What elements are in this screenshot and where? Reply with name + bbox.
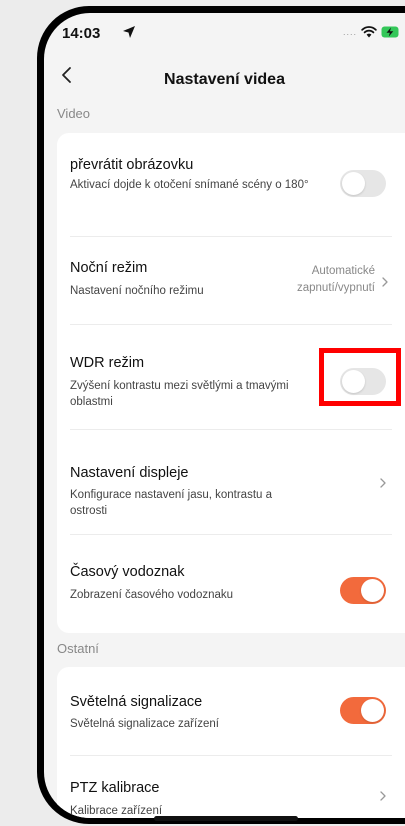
other-settings-card: Světelná signalizace Světelná signalizac… xyxy=(57,667,405,818)
status-icons: .... xyxy=(343,26,401,38)
home-indicator[interactable] xyxy=(154,816,298,821)
chevron-right-icon xyxy=(382,277,388,287)
nav-bar: Nastavení videa xyxy=(44,57,405,97)
light-signal-subtitle: Světelná signalizace zařízení xyxy=(70,718,219,730)
time-watermark-toggle[interactable] xyxy=(340,577,386,604)
status-bar: 14:03 .... xyxy=(44,13,405,47)
row-time-watermark[interactable]: Časový vodoznak Zobrazení časového vodoz… xyxy=(57,535,405,633)
flip-screen-title: převrátit obrázovku xyxy=(70,157,194,173)
toggle-knob xyxy=(361,699,384,722)
time-watermark-title: Časový vodoznak xyxy=(70,564,185,580)
light-signal-title: Světelná signalizace xyxy=(70,694,203,710)
night-mode-value: Automatické zapnutí/vypnutí xyxy=(297,265,375,294)
chevron-right-icon xyxy=(380,478,386,488)
row-light-signal[interactable]: Světelná signalizace Světelná signalizac… xyxy=(57,667,405,755)
status-time: 14:03 xyxy=(62,25,101,42)
display-settings-subtitle: Konfigurace nastavení jasu, kontrastu a … xyxy=(70,489,273,517)
toggle-knob xyxy=(361,579,384,602)
wdr-mode-title: WDR režim xyxy=(70,355,145,371)
ptz-calibration-title: PTZ kalibrace xyxy=(70,780,160,796)
app-screen: 14:03 .... Nastavení videa Video převrát… xyxy=(44,13,405,818)
toggle-knob xyxy=(342,172,365,195)
signal-icon: .... xyxy=(342,27,357,37)
wdr-toggle-highlight-box xyxy=(319,348,401,406)
section-label-other: Ostatní xyxy=(57,641,99,656)
time-watermark-subtitle: Zobrazení časového vodoznaku xyxy=(70,589,234,601)
flip-screen-subtitle: Aktivací dojde k otočení snímané scény o… xyxy=(70,179,309,191)
battery-charging-icon xyxy=(381,26,399,38)
page-title: Nastavení videa xyxy=(164,71,285,88)
row-ptz-calibration[interactable]: PTZ kalibrace Kalibrace zařízení xyxy=(57,756,405,818)
row-night-mode[interactable]: Noční režim Nastavení nočního režimu Aut… xyxy=(57,237,405,325)
flip-screen-toggle[interactable] xyxy=(340,170,386,197)
light-signal-toggle[interactable] xyxy=(340,697,386,724)
location-arrow-icon xyxy=(123,26,135,38)
row-flip-screen[interactable]: převrátit obrázovku Aktivací dojde k oto… xyxy=(57,133,405,237)
section-label-video: Video xyxy=(57,106,91,121)
wifi-icon xyxy=(361,26,377,38)
display-settings-title: Nastavení displeje xyxy=(70,465,189,481)
night-mode-title: Noční režim xyxy=(70,260,148,276)
row-display-settings[interactable]: Nastavení displeje Konfigurace nastavení… xyxy=(57,430,405,535)
wdr-mode-subtitle: Zvýšení kontrastu mezi světlými a tmavým… xyxy=(70,380,289,408)
chevron-right-icon xyxy=(380,791,386,801)
